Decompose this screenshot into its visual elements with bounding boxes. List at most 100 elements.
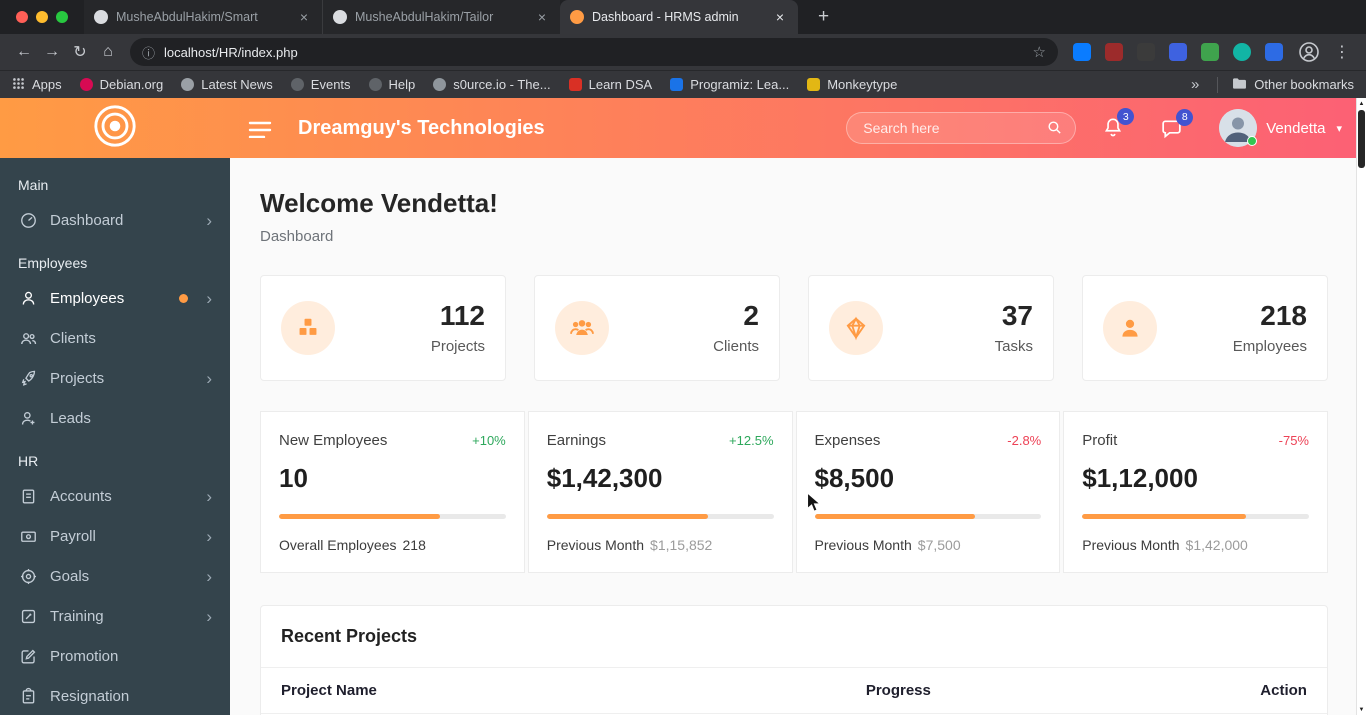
header-search bbox=[846, 112, 1077, 144]
sidebar-item-goals[interactable]: Goals › bbox=[0, 556, 230, 596]
stat-value: 37 bbox=[1001, 299, 1033, 331]
forward-icon[interactable]: → bbox=[38, 38, 66, 66]
apps-shortcut[interactable]: Apps bbox=[12, 77, 62, 93]
tab-close-icon[interactable]: × bbox=[772, 8, 788, 26]
bookmark-item[interactable]: Help bbox=[368, 77, 415, 92]
bookmark-label: Apps bbox=[32, 77, 62, 92]
tab-close-icon[interactable]: × bbox=[296, 8, 312, 26]
new-tab-button[interactable]: + bbox=[810, 6, 837, 28]
bookmark-star-icon[interactable]: ☆ bbox=[1033, 43, 1046, 61]
app-logo-icon bbox=[92, 103, 138, 154]
progress-fill bbox=[546, 514, 708, 519]
user-avatar bbox=[1219, 109, 1258, 147]
app-header: Dreamguy's Technologies 3 8 Vendetta ▾ bbox=[0, 98, 1366, 158]
progress-fill bbox=[279, 514, 440, 519]
back-icon[interactable]: ← bbox=[10, 38, 38, 66]
sidebar-item-leads[interactable]: Leads bbox=[0, 398, 230, 438]
minimize-window-button[interactable] bbox=[36, 11, 48, 23]
sidebar-item-employees[interactable]: Employees › bbox=[0, 278, 230, 318]
bookmark-label: Monkeytype bbox=[827, 77, 898, 92]
sidebar-item-accounts[interactable]: Accounts › bbox=[0, 476, 230, 516]
close-window-button[interactable] bbox=[16, 11, 28, 23]
tabs: MusheAbdulHakim/Smart × MusheAbdulHakim/… bbox=[84, 0, 798, 34]
url-text[interactable]: localhost/HR/index.php bbox=[164, 45, 1024, 60]
bookmarks-overflow-icon[interactable]: » bbox=[1191, 76, 1199, 93]
chevron-right-icon: › bbox=[206, 288, 212, 308]
bookmark-item[interactable]: Events bbox=[290, 77, 351, 92]
chevron-right-icon: › bbox=[206, 210, 212, 230]
browser-tab[interactable]: MusheAbdulHakim/Smart × bbox=[84, 0, 322, 34]
metric-cards: New Employees +10% 10 Overall Employees … bbox=[260, 411, 1328, 573]
sidebar-item-payroll[interactable]: Payroll › bbox=[0, 516, 230, 556]
extension-icon[interactable] bbox=[1105, 43, 1123, 61]
sidebar-item-training[interactable]: Training › bbox=[0, 596, 230, 636]
bookmark-item[interactable]: Latest News bbox=[181, 77, 273, 92]
stat-label: Employees bbox=[1232, 338, 1307, 356]
bookmark-item[interactable]: Programiz: Lea... bbox=[670, 77, 789, 92]
metric-delta: -75% bbox=[1278, 433, 1309, 448]
bookmark-item[interactable]: Debian.org bbox=[79, 77, 163, 92]
scroll-up-icon[interactable]: ▲ bbox=[1359, 98, 1365, 109]
sidebar-item-label: Goals bbox=[50, 567, 90, 585]
extension-icon[interactable] bbox=[1073, 43, 1091, 61]
notifications-button[interactable]: 3 bbox=[1102, 108, 1135, 140]
sidebar-toggle-icon[interactable] bbox=[248, 118, 272, 138]
extension-icon[interactable] bbox=[1201, 43, 1219, 61]
pencil-square-icon bbox=[18, 647, 38, 666]
bookmark-label: Learn DSA bbox=[588, 77, 653, 92]
bookmark-label: Other bookmarks bbox=[1254, 77, 1354, 92]
progress-fill bbox=[814, 514, 976, 519]
extension-icon[interactable] bbox=[1137, 43, 1155, 61]
company-title: Dreamguy's Technologies bbox=[298, 116, 545, 139]
metric-footer-value: $1,15,852 bbox=[650, 537, 713, 553]
notification-dot bbox=[179, 293, 189, 303]
tab-title: MusheAbdulHakim/Smart bbox=[116, 10, 258, 24]
column-project-name: Project Name bbox=[281, 682, 377, 699]
search-icon[interactable] bbox=[1046, 119, 1063, 141]
bookmark-item[interactable]: Learn DSA bbox=[568, 77, 653, 92]
sidebar-item-dashboard[interactable]: Dashboard › bbox=[0, 200, 230, 240]
sidebar-item-resignation[interactable]: Resignation bbox=[0, 676, 230, 715]
browser-tab[interactable]: MusheAbdulHakim/Tailor × bbox=[322, 0, 560, 34]
metric-footer-label: Previous Month bbox=[814, 537, 912, 553]
metric-delta: +12.5% bbox=[729, 433, 774, 448]
bookmarks-bar: Apps Debian.org Latest News Events Help … bbox=[0, 70, 1366, 98]
metric-title: Earnings bbox=[546, 432, 606, 449]
sidebar-item-label: Employees bbox=[50, 289, 125, 307]
home-icon[interactable]: ⌂ bbox=[94, 38, 122, 66]
user-menu[interactable]: Vendetta ▾ bbox=[1219, 109, 1342, 147]
recent-projects-card: Recent Projects Project Name Progress Ac… bbox=[260, 605, 1328, 715]
sidebar-item-projects[interactable]: Projects › bbox=[0, 358, 230, 398]
search-input[interactable] bbox=[846, 112, 1077, 144]
extension-icon[interactable] bbox=[1265, 43, 1283, 61]
messages-button[interactable]: 8 bbox=[1160, 108, 1194, 140]
scroll-down-icon[interactable]: ▼ bbox=[1359, 704, 1365, 715]
sidebar-item-promotion[interactable]: Promotion bbox=[0, 636, 230, 676]
sidebar-item-label: Training bbox=[50, 607, 104, 625]
bookmark-item[interactable]: Monkeytype bbox=[807, 77, 897, 92]
logo-area[interactable] bbox=[0, 98, 230, 158]
bookmark-label: Events bbox=[310, 77, 351, 92]
site-info-icon[interactable]: ⓘ bbox=[142, 43, 155, 62]
github-favicon bbox=[94, 10, 108, 24]
browser-menu-icon[interactable]: ⋮ bbox=[1328, 38, 1356, 66]
extension-icon[interactable] bbox=[1169, 43, 1187, 61]
money-card-icon bbox=[18, 527, 38, 546]
sidebar-item-clients[interactable]: Clients bbox=[0, 318, 230, 358]
extension-icon[interactable] bbox=[1233, 43, 1251, 61]
scrollbar-thumb[interactable] bbox=[1358, 110, 1365, 168]
person-icon bbox=[1103, 301, 1157, 355]
other-bookmarks-button[interactable]: Other bookmarks bbox=[1217, 76, 1354, 93]
stat-cards: 112 Projects 2 Clients 37 Tasks 218 Empl… bbox=[260, 275, 1328, 381]
browser-profile-icon[interactable] bbox=[1297, 40, 1321, 64]
bookmark-item[interactable]: s0urce.io - The... bbox=[433, 77, 551, 92]
metric-footer-value: $7,500 bbox=[917, 537, 961, 553]
tab-close-icon[interactable]: × bbox=[534, 8, 550, 26]
page-scrollbar[interactable]: ▲ ▼ bbox=[1356, 98, 1366, 715]
browser-tab-active[interactable]: Dashboard - HRMS admin × bbox=[560, 0, 798, 34]
address-bar[interactable]: ⓘ localhost/HR/index.php ☆ bbox=[130, 38, 1058, 66]
metric-value: $8,500 bbox=[814, 463, 895, 493]
reload-icon[interactable]: ↻ bbox=[66, 38, 94, 66]
programiz-favicon bbox=[670, 78, 684, 91]
zoom-window-button[interactable] bbox=[56, 11, 68, 23]
